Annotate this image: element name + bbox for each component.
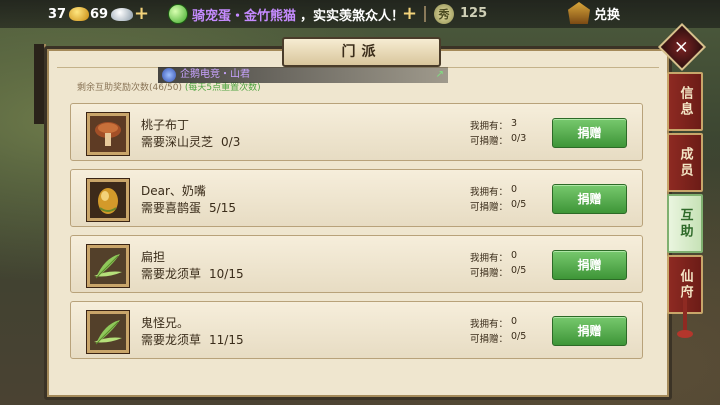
silver-amount: 69 — [90, 6, 109, 22]
requirement: 需要喜鹊蛋 5/15 — [141, 201, 236, 215]
can-donate-count: 可捐赠： 0/5 — [470, 265, 527, 279]
tab-mutual-help[interactable]: 互助 — [667, 194, 703, 253]
request-progress: 5/15 — [209, 201, 236, 215]
reset-note: (每天5点重置次数) — [184, 83, 261, 93]
broadcast-bar: 企鹅电竞・山君 ↗ — [158, 67, 448, 83]
requester-name: 扁担 — [141, 250, 166, 264]
herb-icon — [87, 311, 129, 353]
exchange-button[interactable]: 兑换 — [568, 2, 620, 24]
owned-count: 我拥有： 0 — [470, 184, 518, 198]
broadcast-text: 企鹅电竞・山君 — [180, 69, 250, 80]
requester-name: 桃子布丁 — [141, 118, 190, 132]
request-row: 扁担 需要龙须草 10/15 我拥有： 0 可捐赠： 0/5 捐赠 — [70, 235, 643, 293]
item-name: 龙须草 — [165, 333, 202, 347]
request-row: 鬼怪兄。 需要龙须草 11/15 我拥有： 0 可捐赠： 0/5 捐赠 — [70, 301, 643, 359]
can-donate-count: 可捐赠： 0/5 — [470, 331, 527, 345]
silver-counter: 69 — [90, 4, 134, 24]
donate-button[interactable]: 捐赠 — [552, 118, 627, 148]
can-donate-count: 可捐赠： 0/3 — [470, 133, 527, 147]
item-name: 深山灵芝 — [165, 135, 214, 149]
remaining-help-text: 剩余互助奖励次数(46/50) — [77, 83, 182, 93]
tassel-knot-decoration — [677, 330, 693, 338]
request-row: 桃子布丁 需要深山灵芝 0/3 我拥有： 3 可捐赠： 0/3 捐赠 — [70, 103, 643, 161]
donate-button[interactable]: 捐赠 — [552, 184, 627, 214]
egg-icon — [87, 179, 129, 221]
owned-count: 我拥有： 0 — [470, 316, 518, 330]
ticker-highlight: 骑宠蛋・金竹熊猫 — [192, 8, 297, 24]
panel-title: 门派 — [282, 37, 441, 67]
jade-amount: 125 — [460, 6, 488, 21]
exchange-label: 兑换 — [594, 7, 621, 23]
request-progress: 0/3 — [221, 135, 241, 149]
top-resource-bar: 37 69 + 骑宠蛋・金竹熊猫 ，实实羡煞众人！ + 秀 125 兑换 — [0, 0, 720, 28]
ticker-text: ，实实羡煞众人！ — [300, 8, 405, 24]
jade-icon: 秀 — [434, 4, 454, 24]
donate-button[interactable]: 捐赠 — [552, 250, 627, 280]
recharge-plus-icon[interactable]: + — [134, 4, 149, 24]
item-name: 喜鹊蛋 — [165, 201, 202, 215]
item-name: 龙须草 — [165, 267, 202, 281]
requirement: 需要龙须草 11/15 — [141, 333, 244, 347]
close-icon: × — [674, 36, 690, 58]
ticker-plus-icon[interactable]: + — [402, 4, 417, 24]
herb-icon — [87, 245, 129, 287]
shop-icon — [568, 2, 590, 24]
arrow-icon: ↗ — [435, 69, 444, 80]
tassel-decoration — [683, 292, 687, 332]
gold-counter: 37 — [48, 4, 90, 24]
tab-members[interactable]: 成员 — [667, 133, 703, 192]
world-broadcast-ticker: 骑宠蛋・金竹熊猫 ，实实羡煞众人！ — [168, 3, 404, 25]
gold-ingot-icon — [69, 7, 90, 21]
pet-orb-icon — [168, 4, 188, 24]
requirement: 需要龙须草 10/15 — [141, 267, 244, 281]
topbar-divider — [424, 6, 426, 22]
owned-count: 我拥有： 0 — [470, 250, 518, 264]
silver-ingot-icon — [111, 7, 134, 21]
request-row: Dear、奶嘴 需要喜鹊蛋 5/15 我拥有： 0 可捐赠： 0/5 捐赠 — [70, 169, 643, 227]
gold-amount: 37 — [48, 6, 67, 22]
broadcast-badge-icon — [162, 68, 176, 82]
can-donate-count: 可捐赠： 0/5 — [470, 199, 527, 213]
requirement: 需要深山灵芝 0/3 — [141, 135, 241, 149]
request-progress: 11/15 — [209, 333, 244, 347]
donate-button[interactable]: 捐赠 — [552, 316, 627, 346]
owned-count: 我拥有： 3 — [470, 118, 518, 132]
tab-info[interactable]: 信息 — [667, 72, 703, 131]
request-progress: 10/15 — [209, 267, 244, 281]
requester-name: 鬼怪兄。 — [141, 316, 190, 330]
requester-name: Dear、奶嘴 — [141, 184, 206, 198]
mushroom-icon — [87, 113, 129, 155]
